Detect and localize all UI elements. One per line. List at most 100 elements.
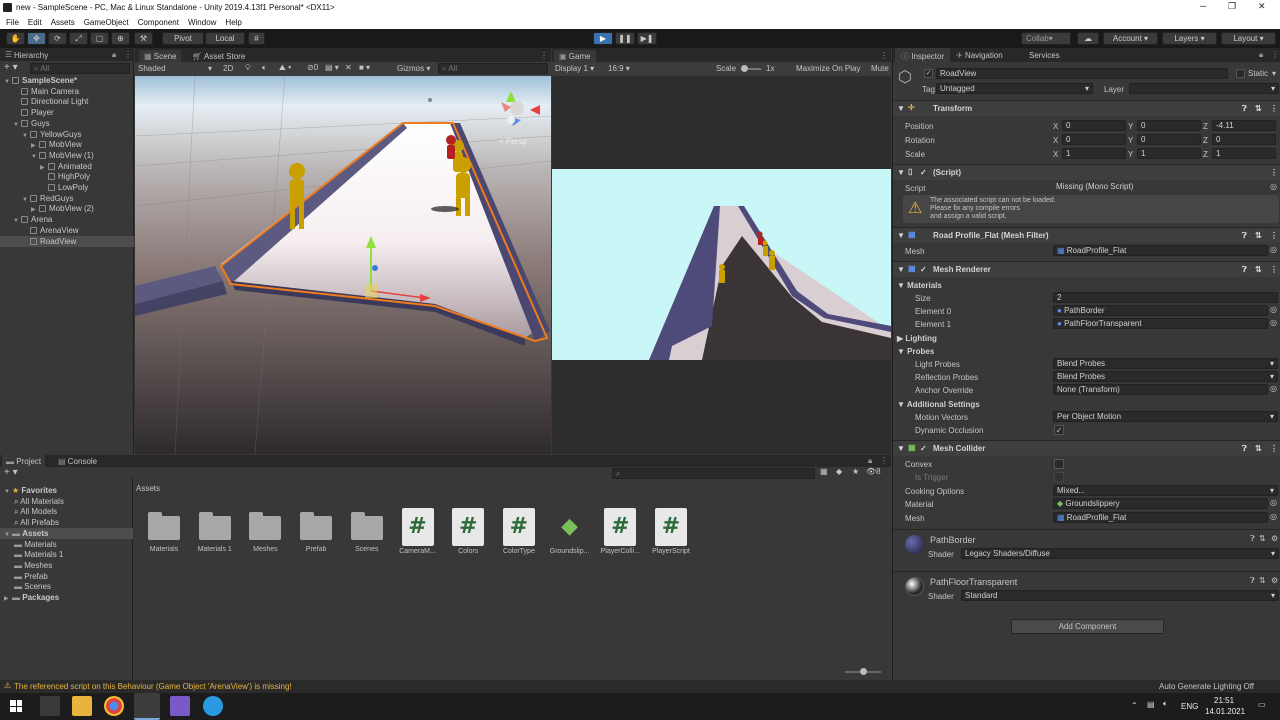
element0-field[interactable]: ● PathBorder	[1053, 305, 1268, 316]
windows-start-icon[interactable]	[10, 700, 22, 712]
asset-tile[interactable]: Materials 1	[190, 508, 240, 553]
mesh-renderer-header[interactable]: ▼ ▦ ✓ Mesh Renderer ❓︎ ⇅ ⋮	[893, 261, 1280, 277]
zoom-slider[interactable]	[845, 668, 881, 675]
gizmos-dropdown[interactable]: Gizmos ▾	[397, 64, 430, 73]
object-picker-icon[interactable]: ◎	[1270, 182, 1277, 191]
project-search-input[interactable]: ⌕	[612, 468, 815, 479]
preset-icon[interactable]: ⇅	[1255, 444, 1262, 453]
project-tree-item[interactable]: ▬ Prefab	[0, 571, 133, 582]
inspector-kebab-icon[interactable]: ⋮	[1271, 50, 1279, 59]
hierarchy-item[interactable]: ▼ Arena	[0, 214, 134, 225]
object-picker-icon[interactable]: ◎	[1270, 498, 1277, 507]
hidden-objects-icon[interactable]: ⊘0	[307, 63, 318, 72]
project-lock-icon[interactable]: 🔒︎	[868, 456, 872, 466]
mesh-renderer-checkbox[interactable]: ✓	[920, 265, 927, 274]
settings-icon[interactable]: ⚙	[1271, 534, 1278, 543]
telegram-icon[interactable]	[203, 696, 223, 716]
audio-toggle-icon[interactable]: 🔈︎	[262, 63, 267, 73]
dynamic-occlusion-checkbox[interactable]: ✓	[1054, 425, 1064, 435]
help-icon[interactable]: ❓︎	[1242, 231, 1247, 241]
rotate-tool-icon[interactable]: ⟳	[48, 32, 67, 45]
add-component-button[interactable]: Add Component	[1011, 619, 1164, 634]
scale-slider-thumb[interactable]	[741, 65, 748, 72]
step-button[interactable]: ▶❚	[637, 32, 657, 45]
material-preview-pathfloor[interactable]: PathFloorTransparent Shader Standard ▾ ❓︎…	[893, 571, 1280, 609]
assets-breadcrumb[interactable]: Assets	[136, 484, 160, 493]
clock-time[interactable]: 21:51	[1214, 696, 1234, 705]
transform-scale-y-input[interactable]: 1	[1137, 148, 1201, 159]
close-icon[interactable]: ✕	[1258, 1, 1266, 12]
network-icon[interactable]: ▤	[1147, 700, 1155, 709]
game-viewport[interactable]	[552, 76, 891, 454]
transform-position-x-input[interactable]: 0	[1062, 120, 1126, 131]
scene-search-input[interactable]: ⌕ All	[438, 63, 548, 74]
tab-inspector[interactable]: ⓘ Inspector	[895, 48, 951, 62]
input-language[interactable]: ENG	[1181, 702, 1198, 711]
asset-tile[interactable]: # PlayerScript	[646, 508, 696, 555]
shader-dropdown[interactable]: Standard ▾	[961, 590, 1279, 601]
pivot-button[interactable]: Pivot	[162, 32, 204, 45]
play-button[interactable]: ▶	[593, 32, 613, 45]
transform-rotation-y-input[interactable]: 0	[1137, 134, 1201, 145]
grid-snap-icon[interactable]: #	[248, 32, 265, 45]
clock-date[interactable]: 14.01.2021	[1205, 707, 1245, 716]
volume-icon[interactable]: 🔈︎	[1163, 699, 1168, 709]
project-tree-item[interactable]: ▶ ▬ Packages	[0, 592, 133, 603]
rect-tool-icon[interactable]: ▢	[90, 32, 109, 45]
tab-console[interactable]: ▤ Console	[58, 457, 97, 466]
menu-item[interactable]: Assets	[51, 18, 75, 27]
asset-tile[interactable]: Scenes	[342, 508, 392, 553]
scale-slider[interactable]	[741, 65, 761, 72]
maximize-on-play-toggle[interactable]: Maximize On Play	[796, 64, 860, 73]
persp-label[interactable]: < Persp	[499, 137, 527, 146]
project-tree-item[interactable]: ▬ Materials 1	[0, 549, 133, 560]
project-tree-item[interactable]: ▬ Scenes	[0, 581, 133, 592]
local-button[interactable]: Local	[205, 32, 245, 45]
script-enabled-checkbox[interactable]: ✓	[920, 168, 927, 177]
light-probes-dropdown[interactable]: Blend Probes ▾	[1053, 358, 1278, 369]
asset-tile[interactable]: # PlayerColli...	[595, 508, 645, 555]
effects-toggle-icon[interactable]: ⛰ ▾	[279, 63, 291, 73]
help-icon[interactable]: ❓︎	[1242, 104, 1247, 114]
object-picker-icon[interactable]: ◎	[1270, 318, 1277, 327]
kebab-menu-icon[interactable]: ⋮	[124, 50, 132, 59]
hierarchy-item[interactable]: Player	[0, 107, 134, 118]
tab-navigation[interactable]: ✈ Navigation	[956, 51, 1003, 60]
create-plus-icon[interactable]: + ▾	[4, 62, 18, 73]
shading-dropdown[interactable]: Shaded ▾	[138, 64, 216, 73]
unity-app-icon[interactable]	[134, 693, 160, 720]
help-icon[interactable]: ❓︎	[1242, 265, 1247, 275]
project-kebab-icon[interactable]: ⋮	[880, 456, 888, 465]
layout-button[interactable]: Layout ▾	[1221, 32, 1276, 45]
mode-2d-button[interactable]: 2D	[223, 64, 233, 73]
mute-toggle[interactable]: Mute	[871, 64, 889, 73]
display-dropdown[interactable]: Display 1 ▾	[555, 64, 594, 73]
menu-item[interactable]: GameObject	[84, 18, 129, 27]
camera-settings-icon[interactable]: ▤ ▾	[325, 63, 339, 72]
inspector-lock-icon[interactable]: 🔒︎	[1259, 50, 1263, 60]
tab-scene[interactable]: ▦ Scene	[139, 50, 182, 62]
probes-foldout[interactable]: ▼ Probes	[897, 347, 934, 356]
motion-vectors-dropdown[interactable]: Per Object Motion ▾	[1053, 411, 1278, 422]
camera-icon[interactable]: ■ ▾	[359, 63, 370, 72]
grid-icon[interactable]: ✕	[345, 63, 352, 72]
hierarchy-item[interactable]: ▼ MobView (1)	[0, 150, 134, 161]
tab-asset-store[interactable]: 🛒︎ Asset Store	[192, 52, 245, 61]
transform-scale-z-input[interactable]: 1	[1212, 148, 1276, 159]
script-field[interactable]: Missing (Mono Script)	[1053, 182, 1278, 193]
active-checkbox[interactable]: ✓	[924, 69, 933, 78]
convex-checkbox[interactable]	[1054, 459, 1064, 469]
hierarchy-search-input[interactable]: ⌕ All	[30, 63, 130, 74]
foldout-arrow-icon[interactable]: ▶	[4, 594, 12, 605]
object-picker-icon[interactable]: ◎	[1270, 384, 1277, 393]
static-checkbox[interactable]	[1236, 69, 1245, 78]
task-view-icon[interactable]	[40, 696, 60, 716]
hierarchy-item[interactable]: Directional Light	[0, 96, 134, 107]
preset-icon[interactable]: ⇅	[1255, 104, 1262, 113]
cooking-options-dropdown[interactable]: Mixed... ▾	[1053, 485, 1278, 496]
move-tool-icon[interactable]: ✥	[27, 32, 46, 45]
lighting-toggle-icon[interactable]: 💡︎	[245, 63, 251, 73]
aspect-dropdown[interactable]: 16:9 ▾	[608, 64, 630, 73]
hierarchy-item[interactable]: ArenaView	[0, 225, 134, 236]
reflection-probes-dropdown[interactable]: Blend Probes ▾	[1053, 371, 1278, 382]
